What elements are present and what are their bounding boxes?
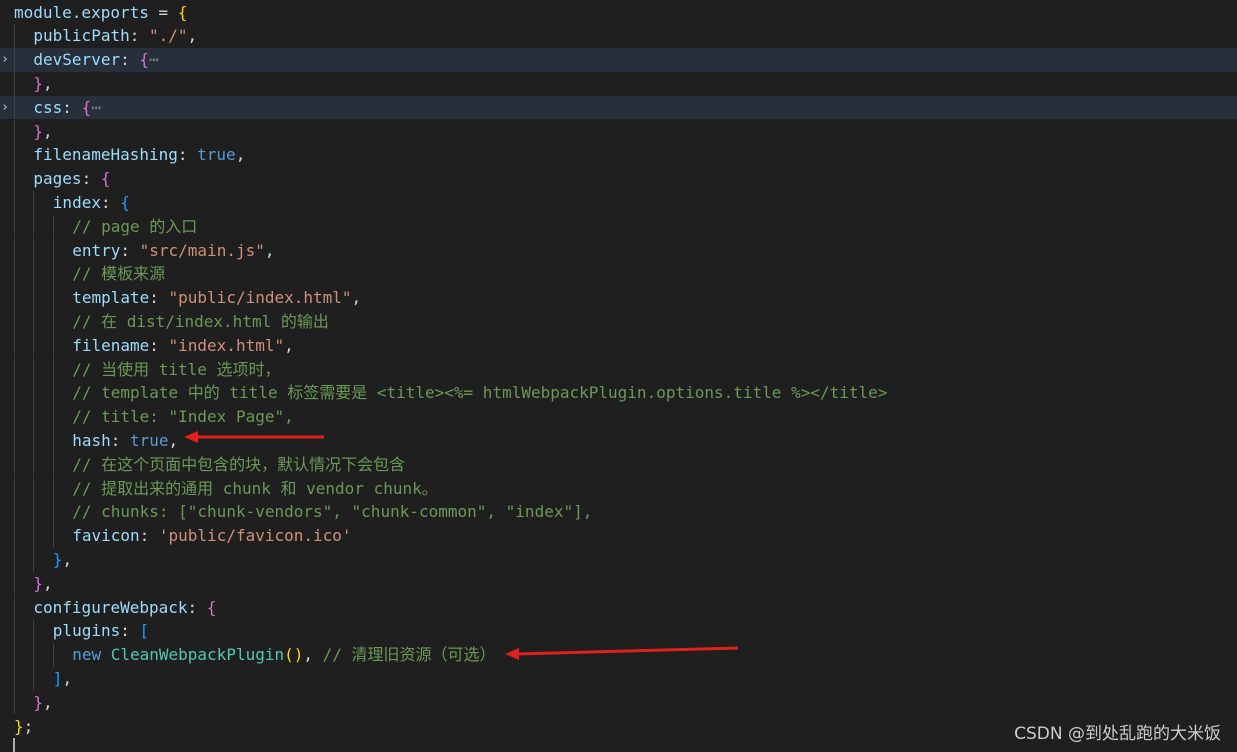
text-cursor	[13, 738, 15, 752]
watermark: CSDN @到处乱跑的大米饭	[1014, 724, 1221, 744]
annotation-arrow-hash	[184, 431, 739, 660]
